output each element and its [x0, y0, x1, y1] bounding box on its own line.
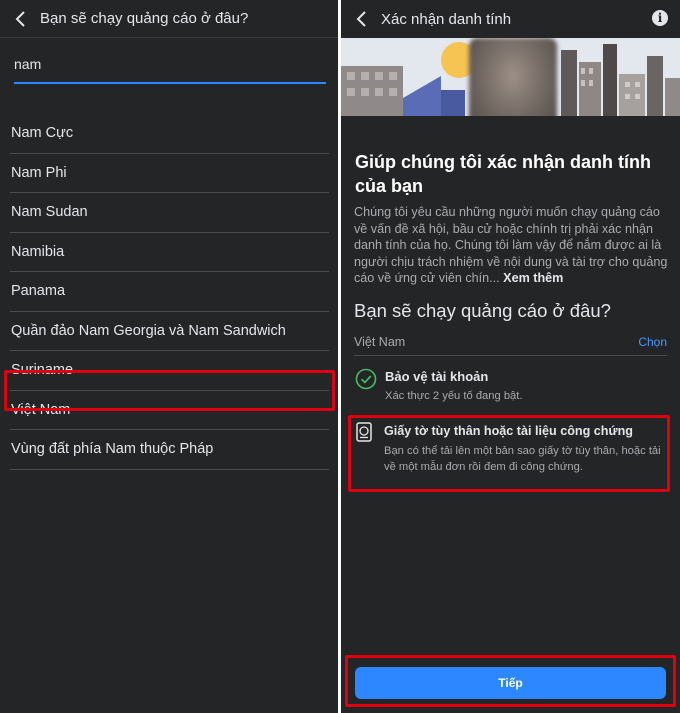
- info-icon[interactable]: i: [652, 10, 668, 26]
- page-title: Bạn sẽ chạy quảng cáo ở đâu?: [40, 10, 249, 27]
- country-item-south-georgia[interactable]: Quần đảo Nam Georgia và Nam Sandwich: [10, 312, 329, 351]
- top-bar: Bạn sẽ chạy quảng cáo ở đâu?: [0, 0, 338, 38]
- back-button[interactable]: [341, 0, 381, 38]
- requirement-account-security[interactable]: Bảo vệ tài khoản Xác thực 2 yếu tố đang …: [355, 368, 522, 404]
- country-item-french-southern[interactable]: Vùng đất phía Nam thuộc Pháp: [10, 430, 329, 470]
- verification-description: Chúng tôi yêu cầu những người muốn chạy …: [354, 205, 668, 285]
- see-more-link[interactable]: Xem thêm: [503, 271, 563, 285]
- identity-verification-screen: Xác nhận danh tính i Giúp chúng tôi xác …: [341, 0, 680, 713]
- selected-country: Việt Nam: [354, 334, 406, 349]
- country-item-nam-cuc[interactable]: Nam Cực: [10, 114, 329, 154]
- blurred-profile-photo: [469, 38, 557, 116]
- back-arrow-icon: [356, 11, 366, 27]
- top-bar: Xác nhận danh tính i: [341, 0, 680, 38]
- requirement-title: Bảo vệ tài khoản: [385, 369, 489, 384]
- country-item-nam-phi[interactable]: Nam Phi: [10, 154, 329, 193]
- country-picker-screen: Bạn sẽ chạy quảng cáo ở đâu? Nam Cực Nam…: [0, 0, 338, 713]
- check-circle-icon: [355, 368, 377, 390]
- page-title: Xác nhận danh tính: [381, 10, 512, 28]
- selected-country-row: Việt Nam Chọn: [354, 328, 667, 356]
- back-arrow-icon: [15, 10, 25, 27]
- back-button[interactable]: [0, 0, 40, 38]
- choose-country-link[interactable]: Chọn: [638, 335, 667, 349]
- verification-heading: Giúp chúng tôi xác nhận danh tính của bạ…: [355, 152, 651, 196]
- where-heading: Bạn sẽ chạy quảng cáo ở đâu?: [354, 300, 611, 321]
- search-container: [0, 38, 338, 114]
- country-item-namibia[interactable]: Namibia: [10, 233, 329, 272]
- country-list: Nam Cực Nam Phi Nam Sudan Namibia Panama…: [0, 114, 338, 470]
- highlight-box-next-button: [345, 655, 676, 707]
- country-item-panama[interactable]: Panama: [10, 272, 329, 312]
- country-item-nam-sudan[interactable]: Nam Sudan: [10, 193, 329, 233]
- search-input[interactable]: [14, 52, 326, 84]
- highlight-box-id-document: [348, 415, 670, 492]
- highlight-box-viet-nam: [4, 370, 335, 411]
- requirement-desc: Xác thực 2 yếu tố đang bật.: [385, 390, 523, 402]
- city-illustration: [341, 38, 680, 116]
